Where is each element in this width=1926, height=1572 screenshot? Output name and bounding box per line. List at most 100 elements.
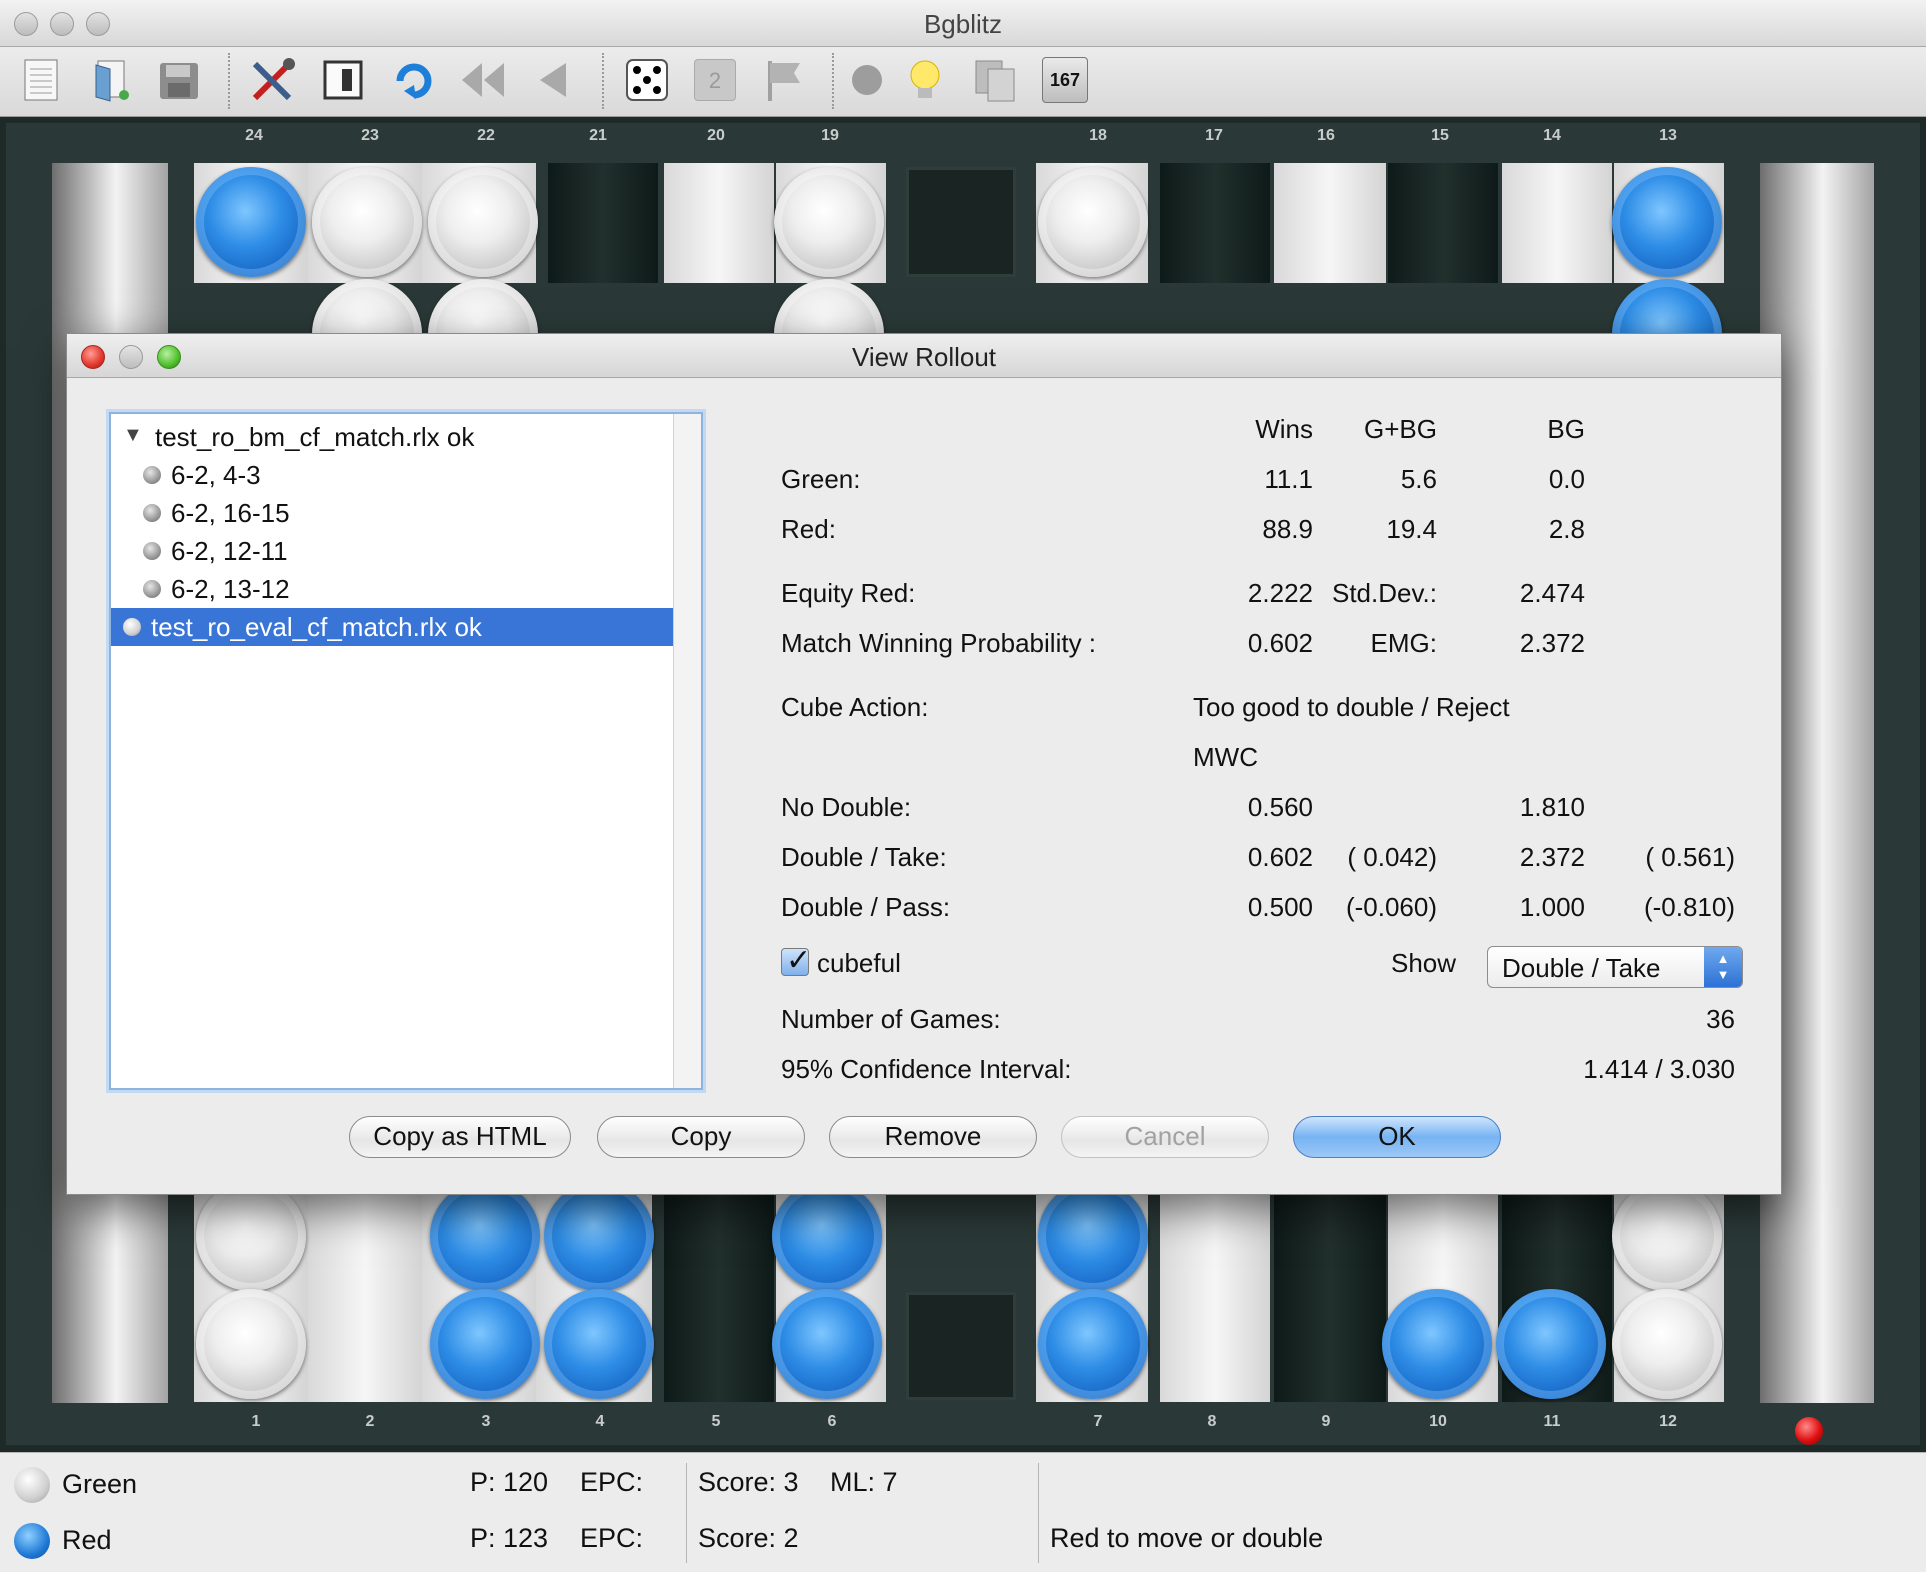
header-wins: Wins [1255, 414, 1313, 444]
equity-label: Equity Red: [781, 578, 916, 608]
ok-button[interactable]: OK [1293, 1116, 1501, 1158]
checker-red[interactable] [1496, 1289, 1606, 1399]
checker-red[interactable] [1038, 1289, 1148, 1399]
green-score: Score: 3 [698, 1467, 799, 1497]
hint-bulb-icon[interactable] [898, 53, 952, 107]
double-take-mwc: 0.602 [1247, 842, 1313, 872]
stddev-label: Std.Dev.: [1331, 578, 1437, 608]
checker-green[interactable] [196, 1289, 306, 1399]
bullet-icon [123, 618, 141, 636]
checker-red[interactable] [1382, 1289, 1492, 1399]
checker-red[interactable] [1038, 1181, 1148, 1291]
double-take-mwc-diff: ( 0.042) [1347, 842, 1437, 872]
checker-red[interactable] [430, 1289, 540, 1399]
checker-red[interactable] [430, 1181, 540, 1291]
confidence-label: 95% Confidence Interval: [781, 1054, 1072, 1084]
checker-red[interactable] [544, 1289, 654, 1399]
stop-icon[interactable] [840, 53, 894, 107]
mwc-label: MWC [1193, 742, 1258, 772]
checker-red[interactable] [772, 1181, 882, 1291]
updown-arrows-icon: ▲ ▼ [1704, 947, 1742, 987]
red-checker-icon [14, 1523, 50, 1559]
double-pass-label: Double / Pass: [781, 892, 951, 922]
checker-green[interactable] [774, 167, 884, 277]
tree-item-move[interactable]: 6-2, 16-15 [111, 494, 675, 532]
open-file-icon[interactable] [84, 53, 138, 107]
remove-button[interactable]: Remove [829, 1116, 1037, 1158]
roll-dice-icon[interactable] [620, 53, 674, 107]
copy-button[interactable]: Copy [597, 1116, 805, 1158]
tree-item-move[interactable]: 6-2, 4-3 [111, 456, 675, 494]
cancel-button[interactable]: Cancel [1061, 1116, 1269, 1158]
checkmark-icon: ✓ [786, 944, 812, 977]
checker-red[interactable] [544, 1181, 654, 1291]
pip-count-icon[interactable]: 167 [1038, 53, 1092, 107]
bullet-icon [143, 504, 161, 522]
dialog-titlebar: View Rollout [67, 334, 1781, 378]
checker-green[interactable] [428, 167, 538, 277]
red-player-name: Red [62, 1525, 112, 1555]
show-select[interactable]: Double / Take ▲ ▼ [1487, 946, 1743, 988]
tree-scrollbar[interactable] [673, 414, 701, 1088]
confidence-value: 1.414 / 3.030 [1583, 1054, 1735, 1084]
show-label: Show [1391, 948, 1457, 978]
bullet-icon [143, 580, 161, 598]
settings-tools-icon[interactable] [246, 53, 300, 107]
tree-item-file-selected[interactable]: test_ro_eval_cf_match.rlx ok [111, 608, 675, 646]
equity-value: 2.222 [1247, 578, 1313, 608]
rotate-board-icon[interactable] [386, 53, 440, 107]
double-pass-mwc-diff: (-0.060) [1345, 892, 1437, 922]
red-wins: 88.9 [1262, 514, 1313, 544]
bullet-icon [143, 466, 161, 484]
green-bg: 0.0 [1548, 464, 1585, 494]
no-double-label: No Double: [781, 792, 912, 822]
checker-green[interactable] [1612, 1181, 1722, 1291]
cubeful-label[interactable]: cubeful [817, 948, 901, 979]
tree-item-file[interactable]: ▼ test_ro_bm_cf_match.rlx ok [111, 418, 675, 456]
bar-top[interactable] [906, 167, 1016, 277]
double-pass-mwc: 0.500 [1247, 892, 1313, 922]
checker-green[interactable] [1038, 167, 1148, 277]
copy-as-html-button[interactable]: Copy as HTML [349, 1116, 571, 1158]
disclosure-triangle-icon[interactable]: ▼ [123, 424, 143, 447]
doubling-cube-icon[interactable]: 2 [688, 53, 742, 107]
main-titlebar: Bgblitz [0, 0, 1926, 47]
stddev-value: 2.474 [1519, 578, 1585, 608]
green-player-name: Green [62, 1469, 138, 1499]
view-rollout-dialog: View Rollout ▼ test_ro_bm_cf_match.rlx o… [66, 333, 1782, 1195]
resign-flag-icon[interactable] [756, 53, 810, 107]
app-title: Bgblitz [923, 9, 1003, 39]
new-document-icon[interactable] [14, 53, 68, 107]
checker-green[interactable] [196, 1181, 306, 1291]
checker-red[interactable] [772, 1289, 882, 1399]
rollout-tree[interactable]: ▼ test_ro_bm_cf_match.rlx ok 6-2, 4-3 6-… [109, 412, 703, 1090]
green-epc: EPC: [580, 1467, 644, 1497]
no-double-emg: 1.810 [1519, 792, 1585, 822]
header-gbg: G+BG [1364, 414, 1437, 444]
checker-red[interactable] [1612, 167, 1722, 277]
mwp-value: 0.602 [1247, 628, 1313, 658]
double-take-emg: 2.372 [1519, 842, 1585, 872]
status-bar: Green Red P: 120 EPC: P: 123 EPC: Score:… [0, 1452, 1926, 1572]
double-take-label: Double / Take: [781, 842, 947, 872]
bar-bottom[interactable] [906, 1292, 1016, 1400]
checker-green[interactable] [312, 167, 422, 277]
toolbar: 2 167 [0, 47, 1926, 117]
cube-action-label: Cube Action: [781, 692, 929, 722]
board-setup-icon[interactable] [316, 53, 370, 107]
double-pass-emg: 1.000 [1519, 892, 1585, 922]
cubeful-checkbox[interactable]: ✓ [781, 944, 811, 977]
copy-position-icon[interactable] [968, 53, 1022, 107]
checker-red[interactable] [196, 167, 306, 277]
dialog-title: View Rollout [851, 342, 997, 372]
rewind-icon[interactable] [456, 53, 510, 107]
tree-item-move[interactable]: 6-2, 12-11 [111, 532, 675, 570]
checker-green[interactable] [1612, 1289, 1722, 1399]
save-icon[interactable] [152, 53, 206, 107]
tree-item-move[interactable]: 6-2, 13-12 [111, 570, 675, 608]
games-value: 36 [1706, 1004, 1735, 1034]
red-pip-count: P: 123 [470, 1523, 549, 1553]
header-bg: BG [1547, 414, 1585, 444]
back-icon[interactable] [526, 53, 580, 107]
match-length: ML: 7 [830, 1467, 898, 1497]
